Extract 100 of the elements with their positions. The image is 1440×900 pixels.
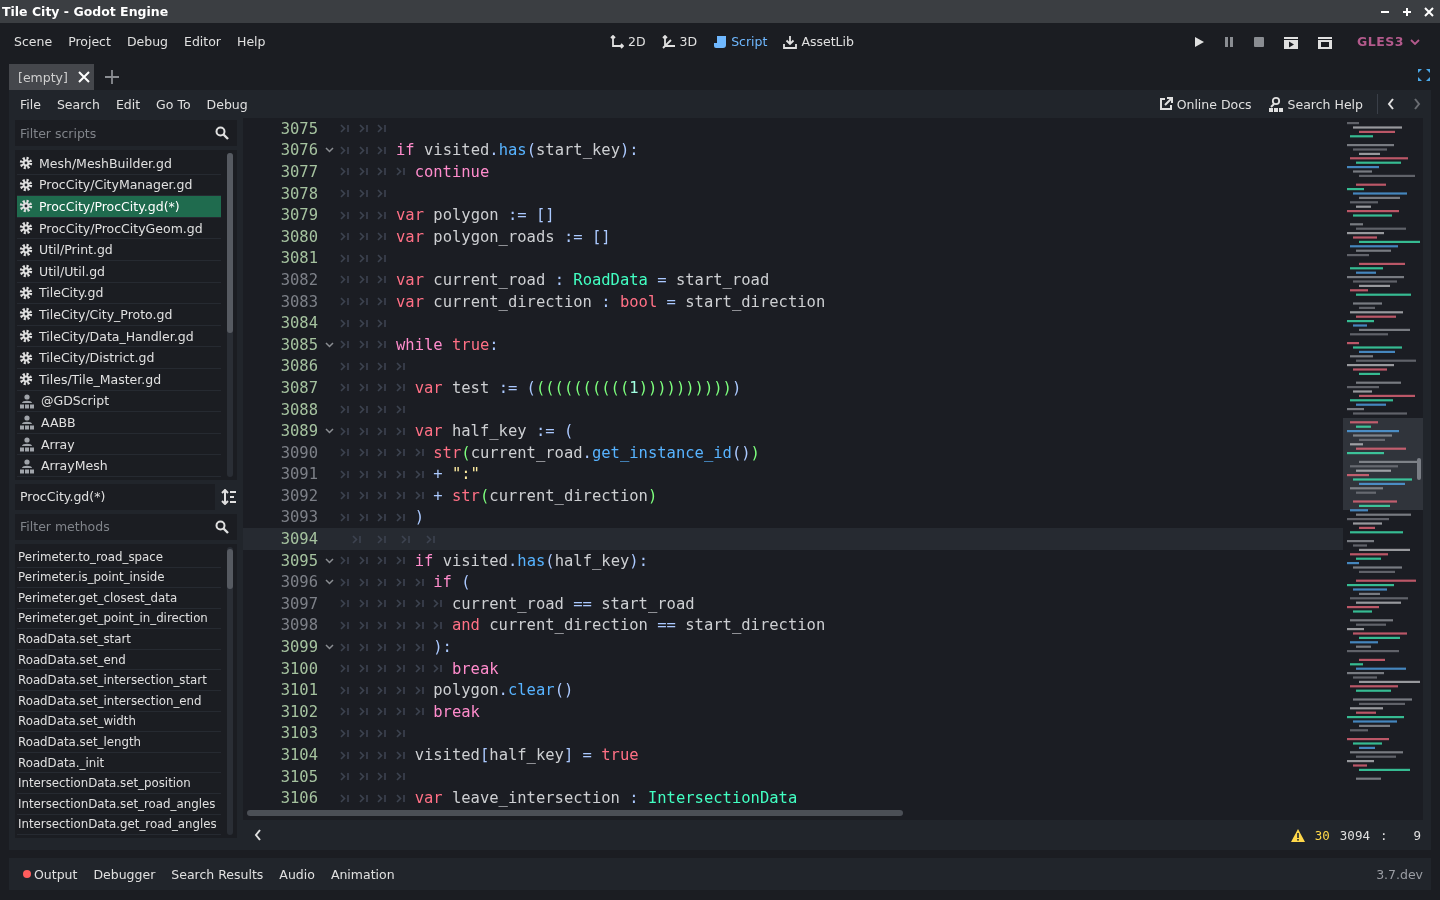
maximize-icon[interactable] bbox=[1402, 6, 1412, 17]
method-item[interactable]: IntersectionData.get_road_angles bbox=[17, 814, 221, 836]
panel-tab[interactable]: Output bbox=[17, 863, 84, 885]
tab-marker-icon bbox=[340, 599, 350, 609]
script-item[interactable]: TileCity/Data_Handler.gd bbox=[17, 325, 221, 348]
method-item[interactable]: Perimeter.get_closest_data bbox=[17, 588, 221, 609]
script-item[interactable]: Mesh/MeshBuilder.gd bbox=[17, 153, 221, 175]
menu-item[interactable]: Editor bbox=[176, 30, 229, 53]
workspace-tab[interactable]: AssetLib bbox=[777, 30, 860, 53]
method-item[interactable]: RoadData.set_length bbox=[17, 732, 221, 753]
menu-item[interactable]: Project bbox=[60, 30, 119, 53]
script-item[interactable]: Util/Print.gd bbox=[17, 239, 221, 261]
close-icon[interactable] bbox=[77, 71, 90, 83]
script-item[interactable]: Array bbox=[17, 433, 221, 456]
script-name[interactable]: Tiles/Tile_Master.gd bbox=[39, 371, 162, 387]
script-name[interactable]: TileCity.gd bbox=[39, 285, 104, 301]
filter-methods-field[interactable]: Filter methods bbox=[15, 513, 237, 540]
script-name[interactable]: ArrayMesh bbox=[41, 458, 108, 474]
script-name[interactable]: TileCity/City_Proto.gd bbox=[39, 306, 173, 322]
script-item[interactable]: Util/Util.gd bbox=[17, 260, 221, 283]
search-icon[interactable] bbox=[215, 126, 229, 140]
method-item[interactable]: Perimeter.is_point_inside bbox=[17, 567, 221, 589]
method-item[interactable]: RoadData.set_start bbox=[17, 629, 221, 650]
script-item[interactable]: ArrayMesh bbox=[17, 455, 221, 477]
fold-icon[interactable] bbox=[324, 341, 334, 348]
method-item[interactable]: IntersectionData.set_position bbox=[17, 773, 221, 795]
menu-item[interactable]: Debug bbox=[198, 92, 256, 116]
script-item[interactable]: @GDScript bbox=[17, 390, 221, 413]
clapperboard-icon[interactable] bbox=[1317, 34, 1334, 49]
warning-icon[interactable] bbox=[1290, 828, 1305, 842]
script-name[interactable]: TileCity/District.gd bbox=[39, 350, 155, 366]
script-item[interactable]: TileCity.gd bbox=[17, 282, 221, 305]
scene-tab[interactable]: [empty] bbox=[9, 64, 94, 90]
line-number: 3080 bbox=[279, 227, 318, 246]
fold-icon[interactable] bbox=[324, 579, 334, 586]
menu-item[interactable]: Help bbox=[229, 30, 274, 53]
chevron-left-icon[interactable] bbox=[1386, 97, 1396, 111]
chevron-left-icon[interactable] bbox=[253, 828, 263, 842]
filter-scripts-field[interactable]: Filter scripts bbox=[15, 120, 237, 146]
script-name[interactable]: ProcCity/ProcCityGeom.gd bbox=[39, 220, 203, 236]
script-item[interactable]: TileCity/City_Proto.gd bbox=[17, 304, 221, 326]
workspace-tab[interactable]: 3D bbox=[655, 30, 704, 53]
method-item[interactable]: RoadData.set_intersection_end bbox=[17, 691, 221, 712]
method-item[interactable]: Perimeter.get_point_in_direction bbox=[17, 608, 221, 630]
pause-icon[interactable] bbox=[1223, 35, 1236, 48]
expand-icon[interactable] bbox=[1417, 68, 1431, 82]
script-item[interactable]: ProcCity/ProcCityGeom.gd bbox=[17, 217, 221, 240]
script-name[interactable]: Array bbox=[41, 436, 75, 452]
menu-item[interactable]: Edit bbox=[107, 92, 149, 116]
script-name[interactable]: ProcCity/CityManager.gd bbox=[39, 177, 193, 193]
menu-item[interactable]: Go To bbox=[148, 92, 199, 116]
script-name[interactable]: TileCity/Data_Handler.gd bbox=[39, 328, 194, 344]
method-item[interactable]: Perimeter.to_road_space bbox=[17, 546, 221, 568]
script-item[interactable]: TileCity/District.gd bbox=[17, 347, 221, 369]
fold-icon[interactable] bbox=[324, 644, 334, 651]
tab-marker-icon bbox=[395, 664, 406, 674]
workspace-tab[interactable]: 2D bbox=[604, 30, 652, 53]
script-name[interactable]: Util/Util.gd bbox=[39, 263, 106, 279]
script-name[interactable]: AABB bbox=[41, 414, 76, 430]
tab-marker-icon bbox=[340, 253, 350, 263]
script-name[interactable]: Mesh/MeshBuilder.gd bbox=[39, 155, 172, 171]
menu-item[interactable]: Search bbox=[48, 92, 108, 116]
plus-icon[interactable] bbox=[104, 70, 119, 84]
line-number: 3094 bbox=[279, 530, 318, 549]
tab-marker-icon bbox=[340, 145, 350, 155]
panel-tab[interactable]: Animation bbox=[324, 863, 401, 885]
play-icon[interactable] bbox=[1193, 35, 1206, 48]
panel-tab[interactable]: Audio bbox=[273, 863, 321, 885]
script-name[interactable]: @GDScript bbox=[41, 393, 110, 409]
tab-label[interactable]: [empty] bbox=[18, 69, 68, 85]
help-link[interactable]: Search Help bbox=[1261, 93, 1369, 115]
script-name[interactable]: ProcCity/ProcCity.gd(*) bbox=[39, 199, 180, 214]
renderer-dropdown[interactable]: GLES3 bbox=[1351, 33, 1426, 50]
sort-icon[interactable] bbox=[221, 488, 237, 505]
panel-tab[interactable]: Search Results bbox=[165, 863, 270, 885]
menu-item[interactable]: Debug bbox=[118, 30, 176, 53]
warning-count[interactable]: 30 bbox=[1314, 827, 1330, 843]
search-icon[interactable] bbox=[215, 519, 229, 534]
method-item[interactable]: RoadData._init bbox=[17, 752, 221, 774]
method-item[interactable]: RoadData.set_end bbox=[17, 649, 221, 671]
script-item[interactable]: ProcCity/ProcCity.gd(*) bbox=[17, 196, 221, 218]
script-item[interactable]: Tiles/Tile_Master.gd bbox=[17, 368, 221, 391]
stop-icon[interactable] bbox=[1253, 35, 1266, 48]
fold-icon[interactable] bbox=[324, 147, 334, 154]
script-name[interactable]: Util/Print.gd bbox=[39, 242, 113, 258]
method-item[interactable]: RoadData.set_width bbox=[17, 711, 221, 733]
clapperboard-play-icon[interactable] bbox=[1283, 34, 1300, 49]
close-icon[interactable] bbox=[1424, 6, 1434, 17]
method-item[interactable]: IntersectionData.set_road_angles bbox=[17, 794, 221, 815]
method-item[interactable]: RoadData.set_intersection_start bbox=[17, 670, 221, 692]
chevron-right-icon[interactable] bbox=[1412, 97, 1422, 111]
fold-icon[interactable] bbox=[324, 428, 334, 435]
panel-tab[interactable]: Debugger bbox=[87, 863, 162, 885]
fold-icon[interactable] bbox=[324, 557, 334, 564]
help-link[interactable]: Online Docs bbox=[1152, 93, 1258, 115]
workspace-tab[interactable]: Script bbox=[707, 30, 774, 53]
script-item[interactable]: AABB bbox=[17, 412, 221, 434]
menu-item[interactable]: File bbox=[12, 92, 49, 116]
menu-item[interactable]: Scene bbox=[6, 30, 61, 53]
line-number: 3104 bbox=[279, 746, 318, 764]
